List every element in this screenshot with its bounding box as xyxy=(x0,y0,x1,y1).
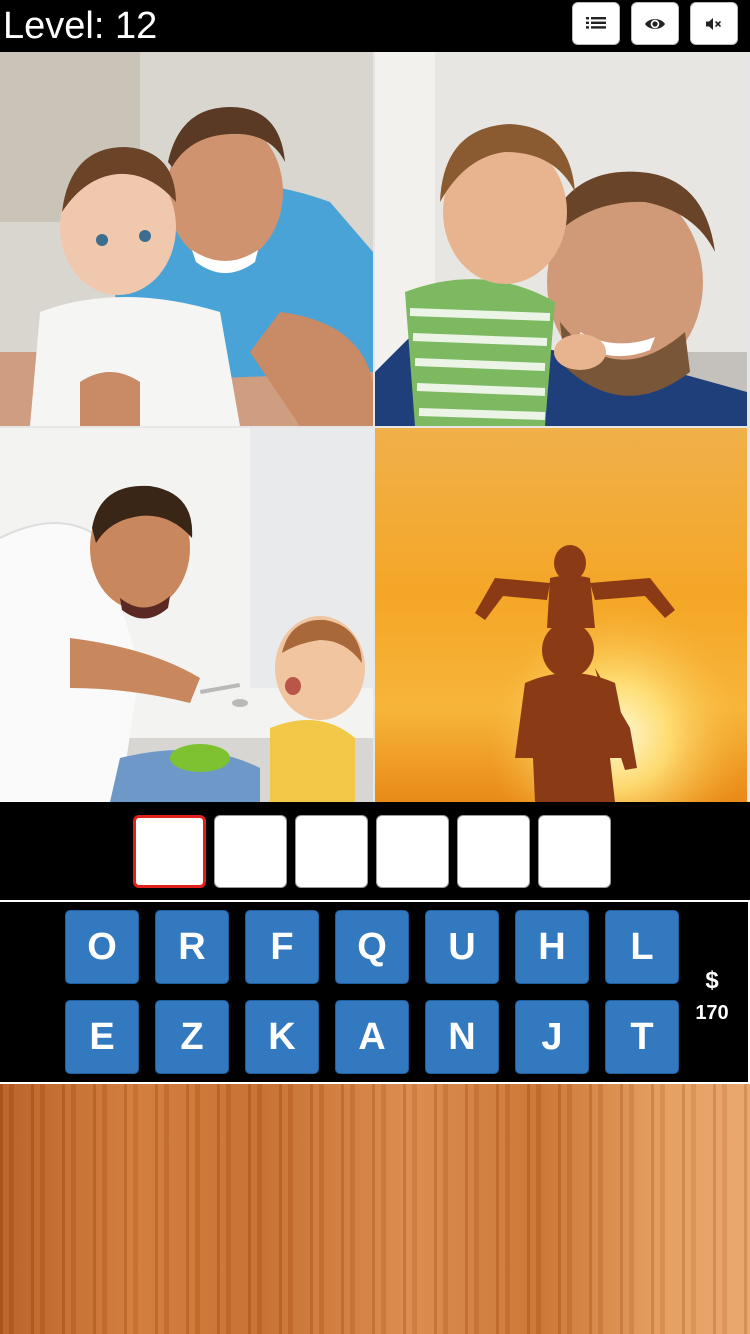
game-screen: Level: 12 O R F Q U H L E Z K A N J T $ … xyxy=(0,0,750,1334)
answer-slot-5[interactable] xyxy=(457,815,530,888)
eye-icon xyxy=(645,18,665,29)
letter-key[interactable]: L xyxy=(605,910,679,984)
list-icon xyxy=(586,16,606,29)
letter-key[interactable]: Q xyxy=(335,910,409,984)
wood-background xyxy=(0,1084,750,1334)
levels-list-button[interactable] xyxy=(572,2,620,45)
letter-key[interactable]: O xyxy=(65,910,139,984)
sound-toggle-button[interactable] xyxy=(690,2,738,45)
photo-1 xyxy=(0,52,373,426)
letter-key[interactable]: A xyxy=(335,1000,409,1074)
letter-key[interactable]: H xyxy=(515,910,589,984)
photo-2 xyxy=(375,52,747,426)
header-bar: Level: 12 xyxy=(0,0,750,52)
coin-balance: $ 170 xyxy=(686,966,738,1030)
letter-key[interactable]: E xyxy=(65,1000,139,1074)
letter-key[interactable]: T xyxy=(605,1000,679,1074)
letter-key[interactable]: K xyxy=(245,1000,319,1074)
answer-slot-1[interactable] xyxy=(133,815,206,888)
answer-slot-6[interactable] xyxy=(538,815,611,888)
letter-key[interactable]: U xyxy=(425,910,499,984)
photo-4 xyxy=(375,428,747,802)
answer-row xyxy=(0,802,750,900)
letter-keyboard: O R F Q U H L E Z K A N J T xyxy=(0,902,748,1082)
picture-grid xyxy=(0,52,750,802)
coin-amount: 170 xyxy=(695,1002,729,1024)
answer-slot-4[interactable] xyxy=(376,815,449,888)
letter-key[interactable]: F xyxy=(245,910,319,984)
answer-slot-2[interactable] xyxy=(214,815,287,888)
letter-key[interactable]: N xyxy=(425,1000,499,1074)
answer-slot-3[interactable] xyxy=(295,815,368,888)
level-label: Level: 12 xyxy=(3,5,158,47)
photo-3 xyxy=(0,428,373,802)
mute-icon xyxy=(706,17,721,30)
letter-key[interactable]: Z xyxy=(155,1000,229,1074)
letter-key[interactable]: J xyxy=(515,1000,589,1074)
currency-symbol: $ xyxy=(705,967,719,994)
reveal-hint-button[interactable] xyxy=(631,2,679,45)
letter-key[interactable]: R xyxy=(155,910,229,984)
